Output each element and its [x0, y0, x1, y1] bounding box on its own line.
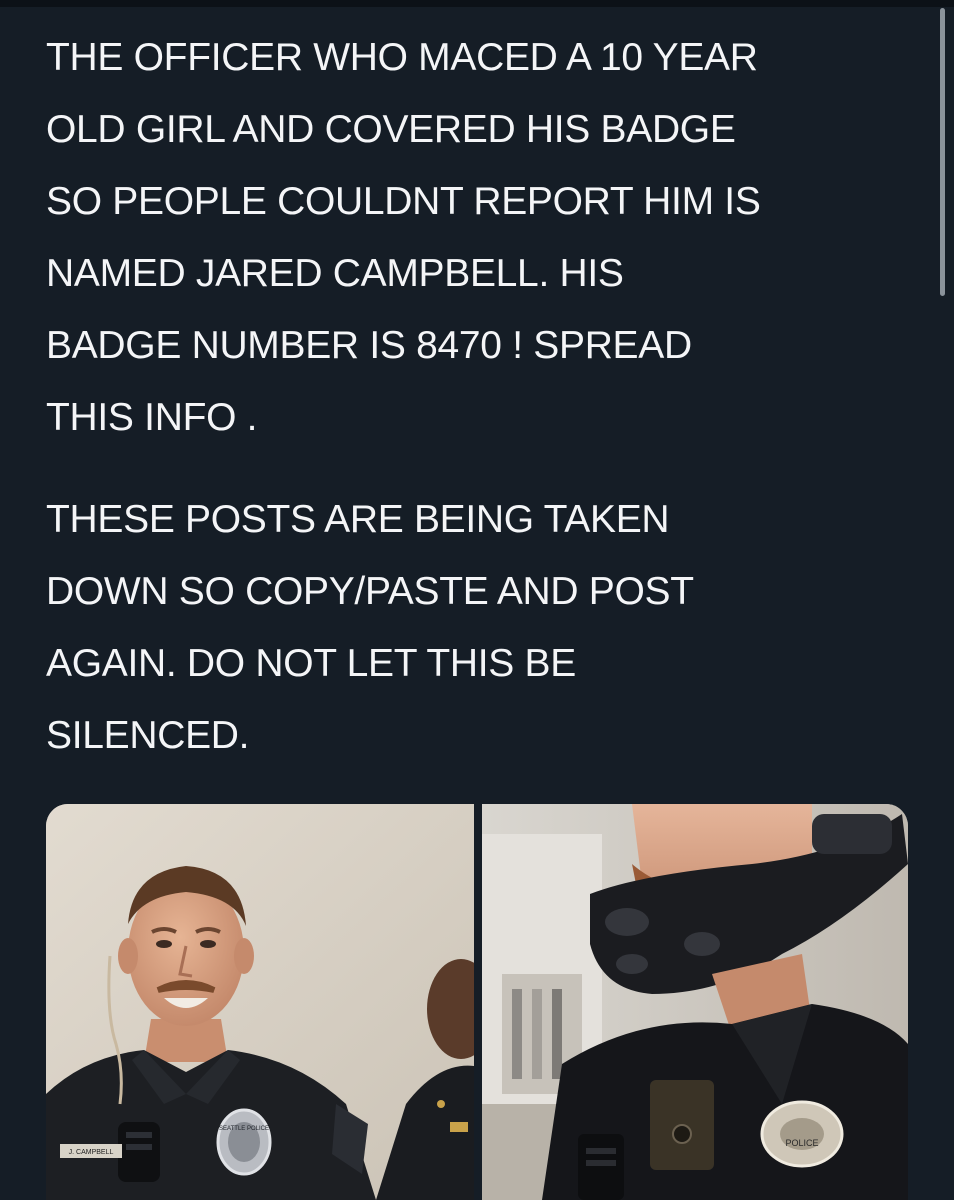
officer-helmet-photo[interactable]: POLICE: [482, 804, 908, 1200]
helmet-badge-text: POLICE: [785, 1138, 818, 1148]
officer-helmet-illustration: POLICE: [482, 804, 908, 1200]
scrollbar-thumb[interactable]: [940, 8, 945, 296]
name-tag-text: J. CAMPBELL: [69, 1149, 114, 1156]
media-grid: J. CAMPBELL SEATTLE POLICE POLICE: [46, 804, 908, 1200]
post-paragraph-2: THESE POSTS ARE BEING TAKEN DOWN SO COPY…: [46, 498, 694, 757]
top-strip: [0, 0, 954, 7]
post-body: THE OFFICER WHO MACED A 10 YEAR OLD GIRL…: [46, 22, 916, 772]
post-paragraph-1: THE OFFICER WHO MACED A 10 YEAR OLD GIRL…: [46, 36, 761, 439]
badge-patch-text: SEATTLE POLICE: [219, 1126, 269, 1132]
officer-portrait-photo[interactable]: J. CAMPBELL SEATTLE POLICE: [46, 804, 474, 1200]
officer-portrait-illustration: J. CAMPBELL SEATTLE POLICE: [46, 804, 474, 1200]
